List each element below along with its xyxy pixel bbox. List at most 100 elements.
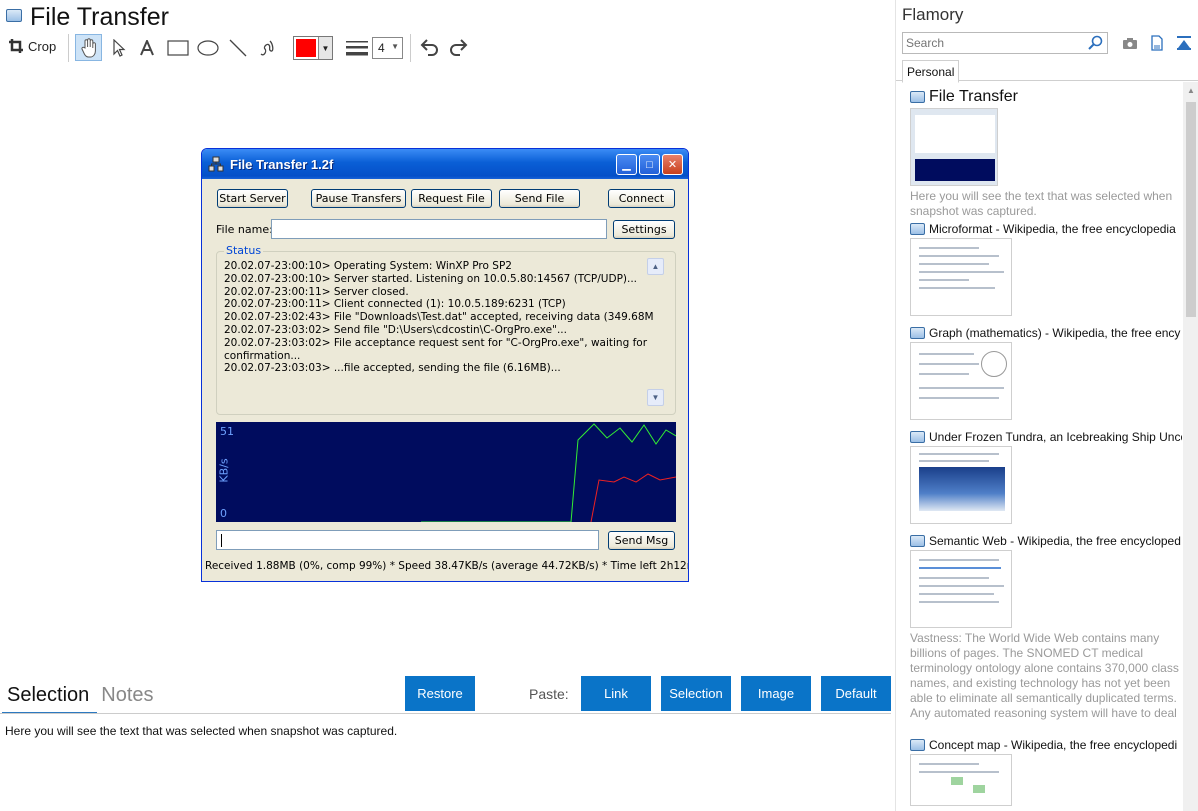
sidebar-scrollbar[interactable]: ▲ xyxy=(1183,82,1198,811)
minimize-icon: ▁ xyxy=(622,159,631,171)
freehand-tool-button[interactable] xyxy=(256,36,280,60)
tab-notes[interactable]: Notes xyxy=(101,684,153,707)
entry-title: Under Frozen Tundra, an Icebreaking Ship… xyxy=(929,430,1182,444)
maximize-button[interactable]: □ xyxy=(639,154,660,175)
snapshot-thumbnail[interactable] xyxy=(910,446,1012,524)
graph-min-label: 0 xyxy=(220,507,227,520)
document-button[interactable] xyxy=(1147,33,1167,53)
paste-default-button[interactable]: Default xyxy=(821,676,891,711)
undo-button[interactable] xyxy=(417,36,441,60)
log-line: 20.02.07-23:03:03> ...file accepted, sen… xyxy=(224,362,561,375)
entry-title-row: Graph (mathematics) - Wikipedia, the fre… xyxy=(910,326,1182,340)
page-title: File Transfer xyxy=(30,3,169,31)
search-input[interactable] xyxy=(903,33,1083,53)
speed-graph: 51 KB/s 0 xyxy=(216,422,676,522)
snapshot-icon xyxy=(910,223,925,235)
sidebar-title: Flamory xyxy=(902,5,964,24)
minimize-button[interactable]: ▁ xyxy=(616,154,637,175)
send-msg-button[interactable]: Send Msg xyxy=(608,531,675,550)
snapshot-thumbnail[interactable] xyxy=(910,342,1012,420)
snapshot-thumbnail[interactable] xyxy=(910,550,1012,628)
message-input[interactable] xyxy=(216,530,599,550)
log-scrollbar[interactable]: ▲ ▼ xyxy=(647,258,664,406)
snapshot-entry[interactable]: File Transfer Here you will see the text… xyxy=(910,88,1182,219)
stroke-width-select[interactable]: 4 ▼ xyxy=(372,37,403,59)
file-name-label: File name: xyxy=(216,223,273,236)
snapshot-thumbnail[interactable] xyxy=(910,238,1012,316)
log-line: 20.02.07-23:00:11> Server closed. xyxy=(224,285,409,298)
scroll-up-icon[interactable]: ▲ xyxy=(1183,82,1198,98)
line-icon xyxy=(229,39,247,57)
request-file-button[interactable]: Request File xyxy=(411,189,492,208)
entry-title: Graph (mathematics) - Wikipedia, the fre… xyxy=(929,326,1181,340)
snapshot-icon xyxy=(910,327,925,339)
status-legend: Status xyxy=(224,244,264,257)
crop-button[interactable]: Crop xyxy=(8,38,56,54)
snapshot-entry[interactable]: Under Frozen Tundra, an Icebreaking Ship… xyxy=(910,430,1182,524)
scrollbar-thumb[interactable] xyxy=(1186,102,1196,317)
snapshot-entry[interactable]: Microformat - Wikipedia, the free encycl… xyxy=(910,222,1182,316)
snapshot-entry[interactable]: Semantic Web - Wikipedia, the free encyc… xyxy=(910,534,1182,721)
tab-selection[interactable]: Selection xyxy=(7,684,89,707)
arrow-up-bar-icon xyxy=(1177,36,1191,50)
snapshot-thumbnail[interactable] xyxy=(910,754,1012,806)
entry-title: File Transfer xyxy=(929,88,1018,105)
search-icon[interactable] xyxy=(1087,35,1103,51)
maximize-icon: □ xyxy=(646,158,653,171)
log-line: 20.02.07-23:00:11> Client connected (1):… xyxy=(224,298,566,311)
snapshot-entry[interactable]: Concept map - Wikipedia, the free encycl… xyxy=(910,738,1182,806)
text-tool-button[interactable] xyxy=(135,36,159,60)
scroll-down-icon[interactable]: ▼ xyxy=(647,389,664,406)
snapshot-entry[interactable]: Graph (mathematics) - Wikipedia, the fre… xyxy=(910,326,1182,420)
camera-icon xyxy=(1123,38,1137,49)
log-line: 20.02.07-23:03:02> File acceptance reque… xyxy=(224,336,648,362)
flamory-sidebar: Flamory Personal ▲ File Transfer Here yo… xyxy=(895,0,1198,811)
speed-graph-lines xyxy=(421,423,676,522)
crop-icon xyxy=(9,39,23,53)
ellipse-icon xyxy=(197,40,219,56)
paste-selection-button[interactable]: Selection xyxy=(661,676,731,711)
graph-unit-label: KB/s xyxy=(217,458,231,483)
file-name-input[interactable] xyxy=(271,219,607,239)
snapshot-window: File Transfer 1.2f ▁ □ ✕ Start Server Pa… xyxy=(201,148,689,582)
rectangle-icon xyxy=(167,40,189,56)
undo-icon xyxy=(420,39,438,56)
collapse-top-button[interactable] xyxy=(1174,33,1194,53)
entry-title: Concept map - Wikipedia, the free encycl… xyxy=(929,738,1178,752)
log-line: 20.02.07-23:00:10> Operating System: Win… xyxy=(224,260,512,272)
log-line: 20.02.07-23:00:10> Server started. Liste… xyxy=(224,272,638,285)
tab-personal[interactable]: Personal xyxy=(902,60,960,83)
receive-speed-series xyxy=(590,473,676,522)
cursor-arrow-icon xyxy=(113,39,126,57)
rectangle-tool-button[interactable] xyxy=(166,36,190,60)
connect-button[interactable]: Connect xyxy=(608,189,675,208)
restore-button[interactable]: Restore xyxy=(405,676,475,711)
paste-link-button[interactable]: Link xyxy=(581,676,651,711)
redo-button[interactable] xyxy=(447,36,471,60)
text-a-icon xyxy=(140,40,154,56)
color-picker[interactable]: ▼ xyxy=(293,36,333,60)
entry-title: Semantic Web - Wikipedia, the free encyc… xyxy=(929,534,1181,548)
text-caret xyxy=(221,534,222,547)
crop-label: Crop xyxy=(28,38,57,54)
settings-button[interactable]: Settings xyxy=(613,220,675,239)
start-server-button[interactable]: Start Server xyxy=(217,189,288,208)
paste-image-button[interactable]: Image xyxy=(741,676,811,711)
toolbar-divider xyxy=(68,34,69,62)
snapshot-icon xyxy=(910,431,925,443)
camera-button[interactable] xyxy=(1120,33,1140,53)
hand-tool-button[interactable] xyxy=(75,34,102,61)
pointer-tool-button[interactable] xyxy=(107,36,131,60)
pause-transfers-button[interactable]: Pause Transfers xyxy=(311,189,406,208)
close-button[interactable]: ✕ xyxy=(662,154,683,175)
annotation-toolbar: Crop ▼ 4 ▼ xyxy=(0,32,480,62)
freehand-squiggle-icon xyxy=(260,40,274,56)
scroll-up-icon[interactable]: ▲ xyxy=(647,258,664,275)
divider xyxy=(0,713,891,714)
entry-title: Microformat - Wikipedia, the free encycl… xyxy=(929,222,1176,236)
line-tool-button[interactable] xyxy=(226,36,250,60)
ellipse-tool-button[interactable] xyxy=(196,36,220,60)
send-file-button[interactable]: Send File xyxy=(499,189,580,208)
line-width-icon xyxy=(344,36,370,60)
snapshot-thumbnail[interactable] xyxy=(910,108,998,186)
